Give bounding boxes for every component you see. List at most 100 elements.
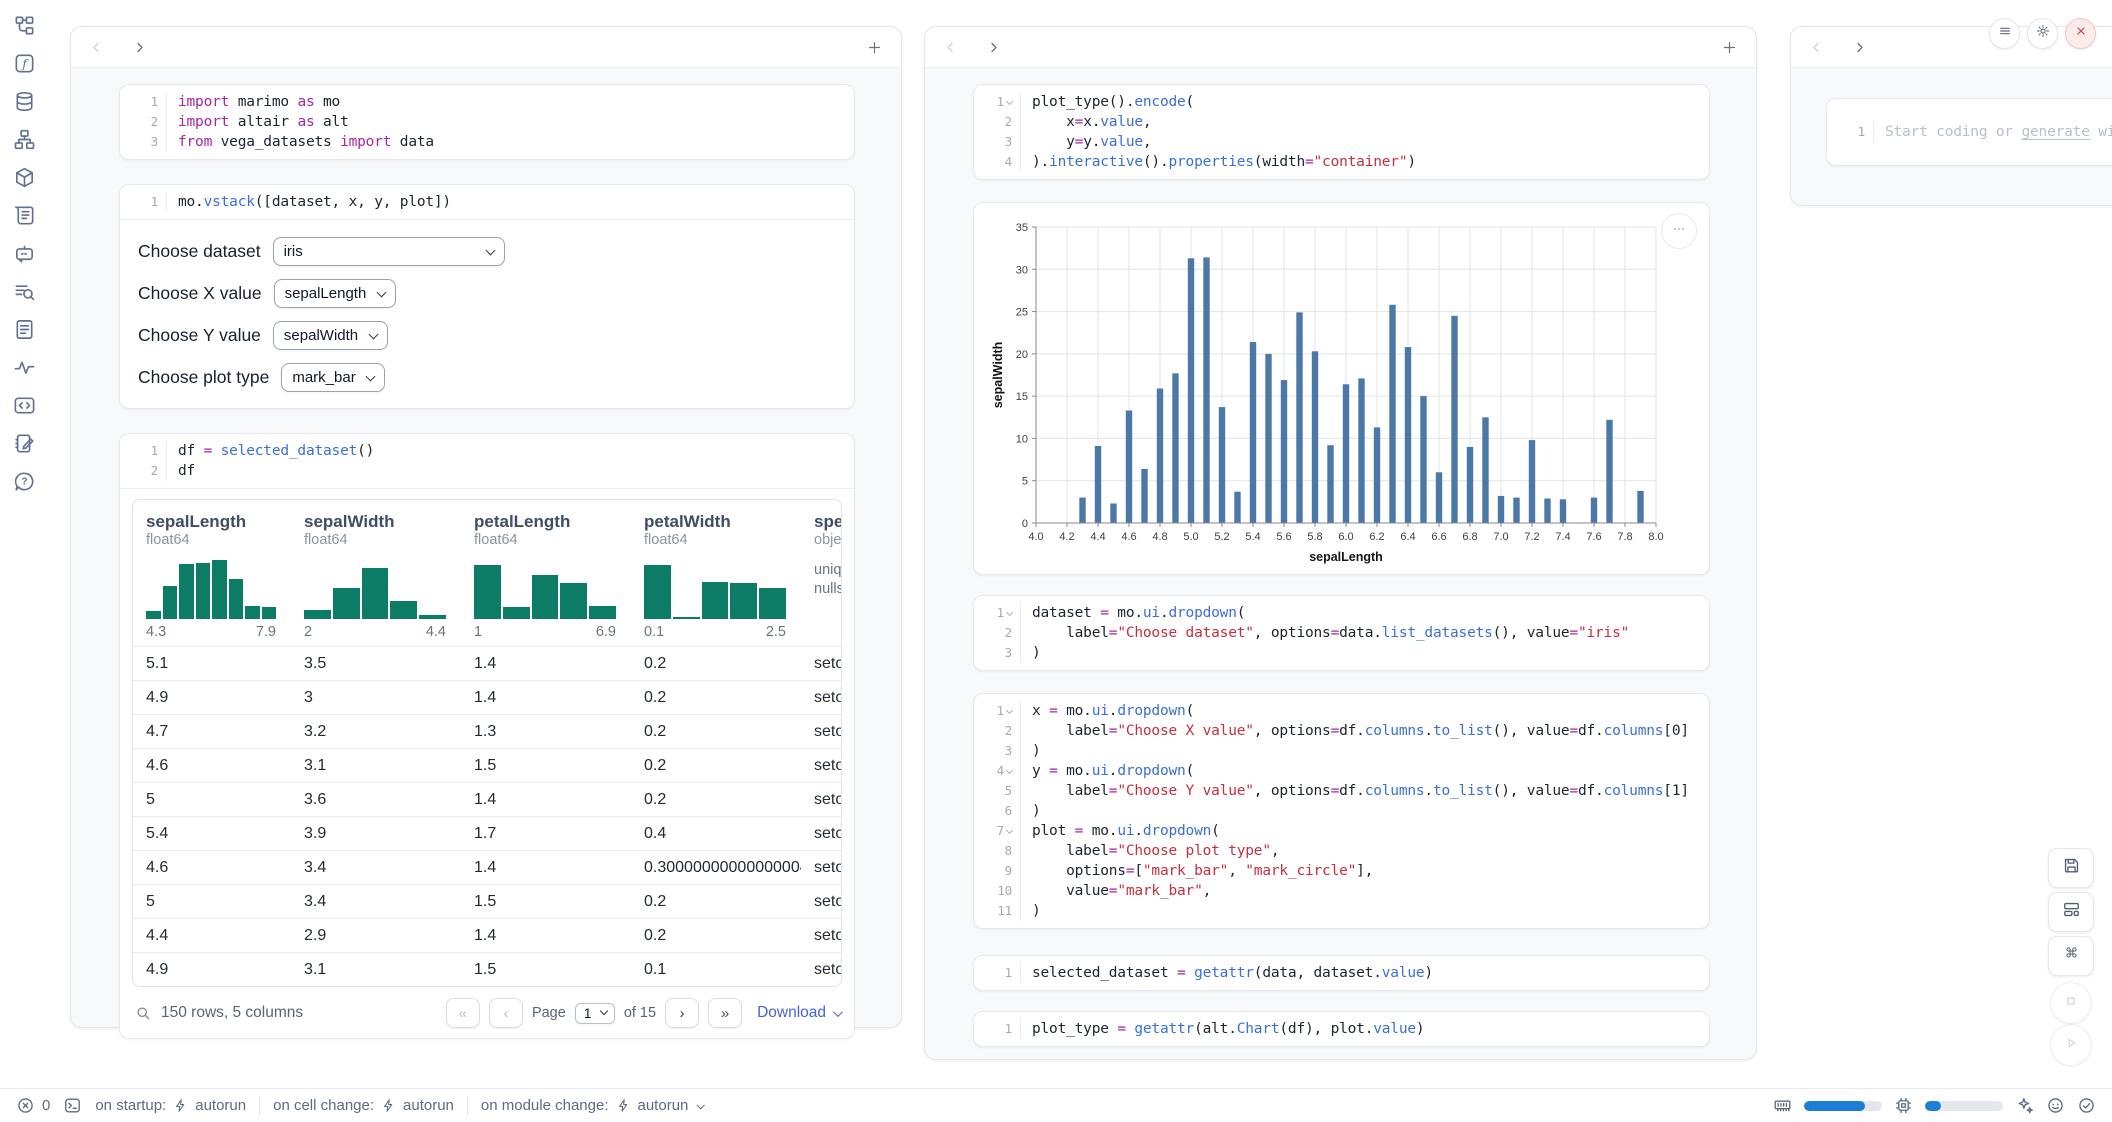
save-button[interactable] — [2048, 848, 2094, 888]
column-header: sepalWidthfloat6424.4 — [291, 512, 461, 640]
dataframe-table: sepalLengthfloat644.37.9sepalWidthfloat6… — [132, 499, 842, 987]
last-page-button[interactable]: » — [708, 998, 742, 1028]
column-header: petalWidthfloat640.12.5 — [631, 512, 801, 640]
next-page-button[interactable]: › — [665, 998, 699, 1028]
control-row: Choose dataset iris — [138, 237, 836, 266]
activity-icon[interactable] — [13, 356, 36, 379]
svg-text:8.0: 8.0 — [1648, 531, 1663, 543]
table-row[interactable]: 53.61.40.2setos — [133, 782, 841, 816]
connected-icon[interactable] — [2077, 1096, 2096, 1115]
search-icon[interactable] — [134, 1004, 152, 1022]
plot-type-cell[interactable]: 1plot_type = getattr(alt.Chart(df), plot… — [973, 1011, 1710, 1047]
table-row[interactable]: 4.63.41.40.30000000000000004setos — [133, 850, 841, 884]
table-row[interactable]: 4.93.11.50.1setos — [133, 952, 841, 986]
generate-link[interactable]: generate — [2021, 124, 2089, 140]
chevron-left-icon[interactable] — [943, 40, 958, 55]
cpu-progress-fill — [1925, 1101, 1941, 1111]
runtime-config-item[interactable]: on startup:autorun — [95, 1097, 246, 1114]
code-line: 6) — [974, 801, 1709, 821]
chevron-right-icon[interactable] — [132, 40, 147, 55]
sparkles-icon[interactable] — [2015, 1096, 2034, 1115]
menu-button[interactable] — [1989, 18, 2020, 49]
dataset-dropdown-cell[interactable]: 1dataset = mo.ui.dropdown(2 label="Choos… — [973, 595, 1710, 671]
cube-icon[interactable] — [13, 166, 36, 189]
code-line: 10 value="mark_bar", — [974, 881, 1709, 901]
code-line: 1dataset = mo.ui.dropdown( — [974, 603, 1709, 623]
selected-dataset-cell[interactable]: 1selected_dataset = getattr(data, datase… — [973, 955, 1710, 991]
database-icon[interactable] — [13, 90, 36, 113]
table-row[interactable]: 53.41.50.2setos — [133, 884, 841, 918]
chevron-left-icon[interactable] — [1809, 40, 1824, 55]
errors-icon[interactable] — [16, 1096, 35, 1115]
bot-icon[interactable] — [13, 242, 36, 265]
settings-button[interactable] — [2027, 18, 2058, 49]
shutdown-button[interactable] — [2065, 18, 2096, 49]
prev-page-button[interactable]: ‹ — [489, 998, 523, 1028]
code-line: 7plot = mo.ui.dropdown( — [974, 821, 1709, 841]
code-line: 4).interactive().properties(width="conta… — [974, 152, 1709, 172]
svg-text:4.4: 4.4 — [1090, 531, 1105, 543]
table-row[interactable]: 4.73.21.30.2setos — [133, 714, 841, 748]
svg-text:?: ? — [21, 477, 27, 488]
cpu-usage-bar — [1925, 1101, 2003, 1111]
download-button[interactable]: Download — [757, 1004, 840, 1022]
code-line: 1plot_type().encode( — [974, 92, 1709, 112]
code-line: 5 label="Choose Y value", options=df.col… — [974, 781, 1709, 801]
controls-code-cell[interactable]: 1x = mo.ui.dropdown(2 label="Choose X va… — [973, 693, 1710, 929]
sitemap-icon[interactable] — [13, 128, 36, 151]
df-table-body: 5.13.51.40.2setos4.931.40.2setos4.73.21.… — [133, 646, 841, 986]
table-row[interactable]: 4.931.40.2setos — [133, 680, 841, 714]
run-button[interactable] — [2050, 1024, 2092, 1066]
add-cell-icon[interactable] — [1721, 39, 1738, 56]
code-line: 9 options=["mark_bar", "mark_circle"], — [974, 861, 1709, 881]
keyboard-shortcuts-button[interactable]: ⌘ — [2048, 936, 2094, 976]
terminal-icon[interactable] — [63, 1096, 82, 1115]
plot-type-select[interactable]: mark_bar — [281, 363, 385, 392]
code-placeholder[interactable]: Start coding or generate with AI — [1873, 122, 2112, 142]
table-row[interactable]: 5.43.91.70.4setos — [133, 816, 841, 850]
control-label: Choose dataset — [138, 241, 261, 262]
notebook-icon[interactable] — [13, 432, 36, 455]
column-histogram — [146, 559, 276, 619]
x-value-select[interactable]: sepalLength — [274, 279, 396, 308]
vstack-cell[interactable]: 1mo.vstack([dataset, x, y, plot]) Choose… — [119, 184, 855, 409]
copilot-icon[interactable] — [2046, 1096, 2065, 1115]
page-count: of 15 — [624, 1005, 656, 1021]
page-select[interactable]: 1 — [575, 1003, 615, 1024]
runtime-config-item[interactable]: on cell change:autorun — [273, 1097, 454, 1114]
imports-cell[interactable]: 1import marimo as mo2import altair as al… — [119, 84, 855, 160]
chevron-right-icon[interactable] — [1852, 40, 1867, 55]
stop-button[interactable] — [2050, 982, 2092, 1024]
search-list-icon[interactable] — [13, 280, 36, 303]
empty-code-cell[interactable]: 1 Start coding or generate with AI — [1826, 98, 2112, 166]
add-cell-icon[interactable] — [866, 39, 883, 56]
layout-icon — [2062, 900, 2081, 924]
layout-button[interactable] — [2048, 892, 2094, 932]
table-row[interactable]: 5.13.51.40.2setos — [133, 646, 841, 680]
chart-menu-button[interactable] — [1661, 213, 1697, 249]
dataframe-cell[interactable]: 1df = selected_dataset()2df sepalLengthf… — [119, 433, 855, 1039]
chevron-right-icon[interactable] — [986, 40, 1001, 55]
scroll-icon[interactable] — [13, 204, 36, 227]
table-row[interactable]: 4.63.11.50.2setos — [133, 748, 841, 782]
y-value-select[interactable]: sepalWidth — [273, 321, 388, 350]
document-icon[interactable] — [13, 318, 36, 341]
chevron-left-icon[interactable] — [89, 40, 104, 55]
close-icon — [2073, 23, 2089, 44]
code-icon[interactable] — [13, 394, 36, 417]
line-number: 1 — [1827, 122, 1873, 142]
code-line: 2 x=x.value, — [974, 112, 1709, 132]
svg-text:10: 10 — [1016, 433, 1028, 445]
column-header: sepalLengthfloat644.37.9 — [133, 512, 291, 640]
svg-text:30: 30 — [1016, 264, 1028, 276]
svg-text:15: 15 — [1016, 391, 1028, 403]
first-page-button[interactable]: « — [446, 998, 480, 1028]
function-icon[interactable]: f — [13, 52, 36, 75]
runtime-config-item[interactable]: on module change:autorun — [481, 1097, 703, 1114]
help-icon[interactable]: ? — [13, 470, 36, 493]
plot-code-cell[interactable]: 1plot_type().encode(2 x=x.value,3 y=y.va… — [973, 84, 1710, 180]
file-tree-icon[interactable] — [13, 14, 36, 37]
dataset-select[interactable]: iris — [273, 237, 505, 266]
table-row[interactable]: 4.42.91.40.2setos — [133, 918, 841, 952]
control-row: Choose Y valuesepalWidth — [138, 321, 836, 350]
